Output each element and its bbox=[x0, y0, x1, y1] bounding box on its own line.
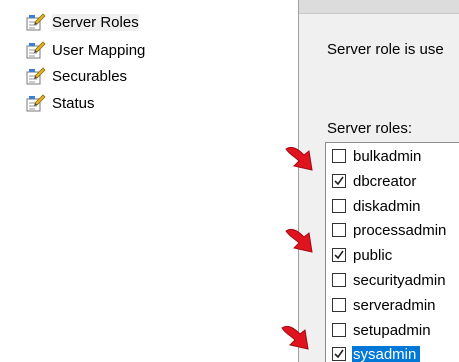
role-checkbox[interactable] bbox=[332, 248, 346, 262]
page-toolbar-strip bbox=[299, 0, 459, 14]
role-name: processadmin bbox=[353, 221, 447, 239]
properties-page-icon bbox=[26, 41, 46, 59]
server-roles-page: Server role is use Server roles: bulkadm… bbox=[299, 0, 459, 362]
role-row-bulkadmin[interactable]: bulkadmin bbox=[326, 145, 459, 167]
server-roles-list[interactable]: bulkadmin dbcreator diskadmin processadm… bbox=[325, 142, 459, 362]
properties-page-icon bbox=[26, 94, 46, 112]
role-row-processadmin[interactable]: processadmin bbox=[326, 219, 459, 241]
role-name: serveradmin bbox=[353, 296, 436, 314]
role-checkbox[interactable] bbox=[332, 323, 346, 337]
role-row-serveradmin[interactable]: serveradmin bbox=[326, 294, 459, 316]
nav-item-label: User Mapping bbox=[52, 41, 146, 59]
page-description: Server role is use bbox=[327, 41, 444, 58]
role-checkbox[interactable] bbox=[332, 174, 346, 188]
role-name: dbcreator bbox=[353, 172, 417, 190]
role-row-diskadmin[interactable]: diskadmin bbox=[326, 195, 459, 217]
role-name: sysadmin bbox=[352, 345, 421, 362]
properties-page-icon bbox=[26, 67, 46, 85]
role-checkbox[interactable] bbox=[332, 223, 346, 237]
checkmark-icon bbox=[334, 176, 344, 186]
server-roles-label: Server roles: bbox=[327, 120, 413, 137]
role-name: securityadmin bbox=[353, 271, 446, 289]
role-checkbox[interactable] bbox=[332, 298, 346, 312]
checkmark-icon bbox=[334, 250, 344, 260]
properties-page-icon bbox=[26, 13, 46, 31]
nav-item-label: Server Roles bbox=[52, 13, 139, 31]
select-a-page-nav: Server Roles User Mapping Securables Sta… bbox=[0, 0, 298, 362]
role-name: diskadmin bbox=[353, 197, 421, 215]
role-checkbox[interactable] bbox=[332, 273, 346, 287]
role-name: public bbox=[353, 246, 393, 264]
nav-item-label: Securables bbox=[52, 67, 128, 85]
nav-item-label: Status bbox=[52, 94, 95, 112]
nav-item-status[interactable]: Status bbox=[26, 92, 95, 114]
login-properties-window: Server Roles User Mapping Securables Sta… bbox=[0, 0, 459, 362]
role-checkbox[interactable] bbox=[332, 149, 346, 163]
role-row-dbcreator[interactable]: dbcreator bbox=[326, 170, 459, 192]
checkmark-icon bbox=[334, 349, 344, 359]
role-checkbox[interactable] bbox=[332, 347, 346, 361]
role-row-setupadmin[interactable]: setupadmin bbox=[326, 319, 459, 341]
nav-item-securables[interactable]: Securables bbox=[26, 65, 127, 87]
role-name: setupadmin bbox=[353, 321, 431, 339]
role-row-sysadmin[interactable]: sysadmin bbox=[326, 343, 459, 362]
nav-item-server-roles[interactable]: Server Roles bbox=[26, 11, 139, 33]
role-row-public[interactable]: public bbox=[326, 244, 459, 266]
role-row-securityadmin[interactable]: securityadmin bbox=[326, 269, 459, 291]
nav-item-user-mapping[interactable]: User Mapping bbox=[26, 39, 145, 61]
role-name: bulkadmin bbox=[353, 147, 422, 165]
role-checkbox[interactable] bbox=[332, 199, 346, 213]
